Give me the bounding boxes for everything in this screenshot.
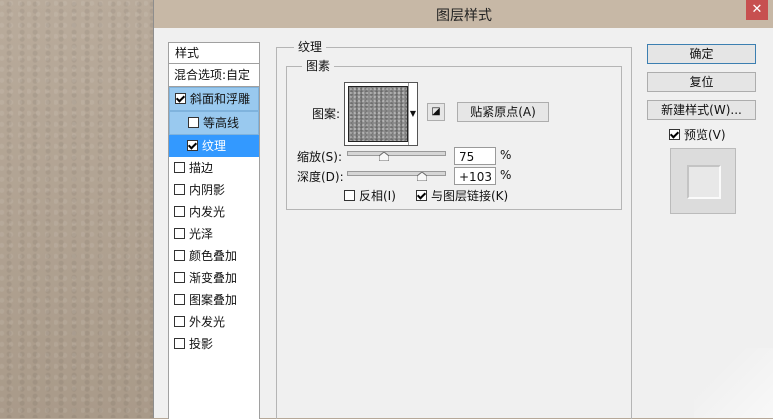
new-preset-icon[interactable]: ◪ xyxy=(427,103,445,121)
style-item-label: 内阴影 xyxy=(189,183,226,197)
ok-button[interactable]: 确定 xyxy=(647,44,756,64)
scale-label: 缩放(S): xyxy=(297,150,343,164)
depth-slider-thumb[interactable] xyxy=(417,172,427,181)
invert-checkbox[interactable]: 反相(I) xyxy=(344,187,396,204)
style-item-label: 颜色叠加 xyxy=(189,249,238,263)
style-item-pattern-overlay[interactable]: 图案叠加 xyxy=(169,289,259,311)
style-item-satin[interactable]: 光泽 xyxy=(169,223,259,245)
snap-to-origin-button[interactable]: 贴紧原点(A) xyxy=(457,102,549,122)
style-item-color-overlay[interactable]: 颜色叠加 xyxy=(169,245,259,267)
style-item-inner-glow[interactable]: 内发光 xyxy=(169,201,259,223)
elements-group-title: 图素 xyxy=(302,57,335,74)
style-item-label: 斜面和浮雕 xyxy=(190,92,251,106)
pattern-label: 图案: xyxy=(312,107,341,121)
checkbox-texture[interactable] xyxy=(187,140,198,151)
depth-unit: % xyxy=(500,168,512,182)
dialog-title: 图层样式 xyxy=(436,8,492,24)
style-item-label: 投影 xyxy=(189,337,214,351)
link-with-layer-label: 与图层链接(K) xyxy=(431,189,509,203)
styles-header[interactable]: 样式 xyxy=(169,43,259,64)
style-item-stroke[interactable]: 描边 xyxy=(169,157,259,179)
style-item-outer-glow[interactable]: 外发光 xyxy=(169,311,259,333)
style-item-label: 光泽 xyxy=(189,227,214,241)
texture-group-title: 纹理 xyxy=(294,38,327,55)
preview-label: 预览(V) xyxy=(684,128,726,142)
checkbox-drop-shadow[interactable] xyxy=(174,338,185,349)
scale-unit: % xyxy=(500,148,512,162)
checkbox-stroke[interactable] xyxy=(174,162,185,173)
close-icon[interactable]: ✕ xyxy=(746,0,768,20)
scale-slider-thumb[interactable] xyxy=(379,152,389,161)
depth-input[interactable]: +103 xyxy=(454,167,496,185)
style-item-label: 纹理 xyxy=(202,139,227,153)
checkbox-color-overlay[interactable] xyxy=(174,250,185,261)
link-with-layer-checkbox[interactable]: 与图层链接(K) xyxy=(416,187,508,204)
layer-style-dialog: 图层样式 ✕ 样式 混合选项:自定 斜面和浮雕 等高线 纹理 描边 内阴影 内发… xyxy=(153,0,773,419)
style-item-texture[interactable]: 纹理 xyxy=(169,135,259,157)
checkbox-inner-shadow[interactable] xyxy=(174,184,185,195)
checkbox-gradient-overlay[interactable] xyxy=(174,272,185,283)
style-item-contour[interactable]: 等高线 xyxy=(169,111,259,135)
checkbox-satin[interactable] xyxy=(174,228,185,239)
title-bar: 图层样式 ✕ xyxy=(154,0,773,28)
style-item-label: 等高线 xyxy=(203,116,240,130)
reset-button[interactable]: 复位 xyxy=(647,72,756,92)
preview-checkbox-box[interactable] xyxy=(669,129,680,140)
invert-checkbox-box[interactable] xyxy=(344,190,355,201)
styles-list: 样式 混合选项:自定 斜面和浮雕 等高线 纹理 描边 内阴影 内发光 光泽 颜色… xyxy=(168,42,260,419)
style-item-label: 图案叠加 xyxy=(189,293,238,307)
style-item-label: 外发光 xyxy=(189,315,226,329)
checkbox-inner-glow[interactable] xyxy=(174,206,185,217)
canvas-background xyxy=(0,0,155,418)
checkbox-outer-glow[interactable] xyxy=(174,316,185,327)
style-item-label: 描边 xyxy=(189,161,214,175)
depth-slider[interactable] xyxy=(347,171,446,176)
pattern-swatch xyxy=(348,86,408,142)
style-preview-swatch xyxy=(687,165,721,199)
preview-checkbox[interactable]: 预览(V) xyxy=(669,126,726,143)
style-item-gradient-overlay[interactable]: 渐变叠加 xyxy=(169,267,259,289)
scale-slider[interactable] xyxy=(347,151,446,156)
link-with-layer-checkbox-box[interactable] xyxy=(416,190,427,201)
new-style-button[interactable]: 新建样式(W)... xyxy=(647,100,756,120)
style-item-inner-shadow[interactable]: 内阴影 xyxy=(169,179,259,201)
style-item-label: 渐变叠加 xyxy=(189,271,238,285)
chevron-down-icon[interactable]: ▼ xyxy=(408,83,417,145)
checkbox-contour[interactable] xyxy=(188,117,199,128)
style-preview xyxy=(670,148,736,214)
scale-input[interactable]: 75 xyxy=(454,147,496,165)
blend-options-item[interactable]: 混合选项:自定 xyxy=(169,64,259,87)
style-item-bevel-emboss[interactable]: 斜面和浮雕 xyxy=(169,87,259,111)
watermark-overlay xyxy=(694,348,773,418)
style-item-label: 内发光 xyxy=(189,205,226,219)
pattern-picker[interactable]: ▼ xyxy=(344,82,418,146)
depth-label: 深度(D): xyxy=(297,170,344,184)
style-item-drop-shadow[interactable]: 投影 xyxy=(169,333,259,355)
checkbox-bevel-emboss[interactable] xyxy=(175,93,186,104)
checkbox-pattern-overlay[interactable] xyxy=(174,294,185,305)
invert-label: 反相(I) xyxy=(359,189,396,203)
